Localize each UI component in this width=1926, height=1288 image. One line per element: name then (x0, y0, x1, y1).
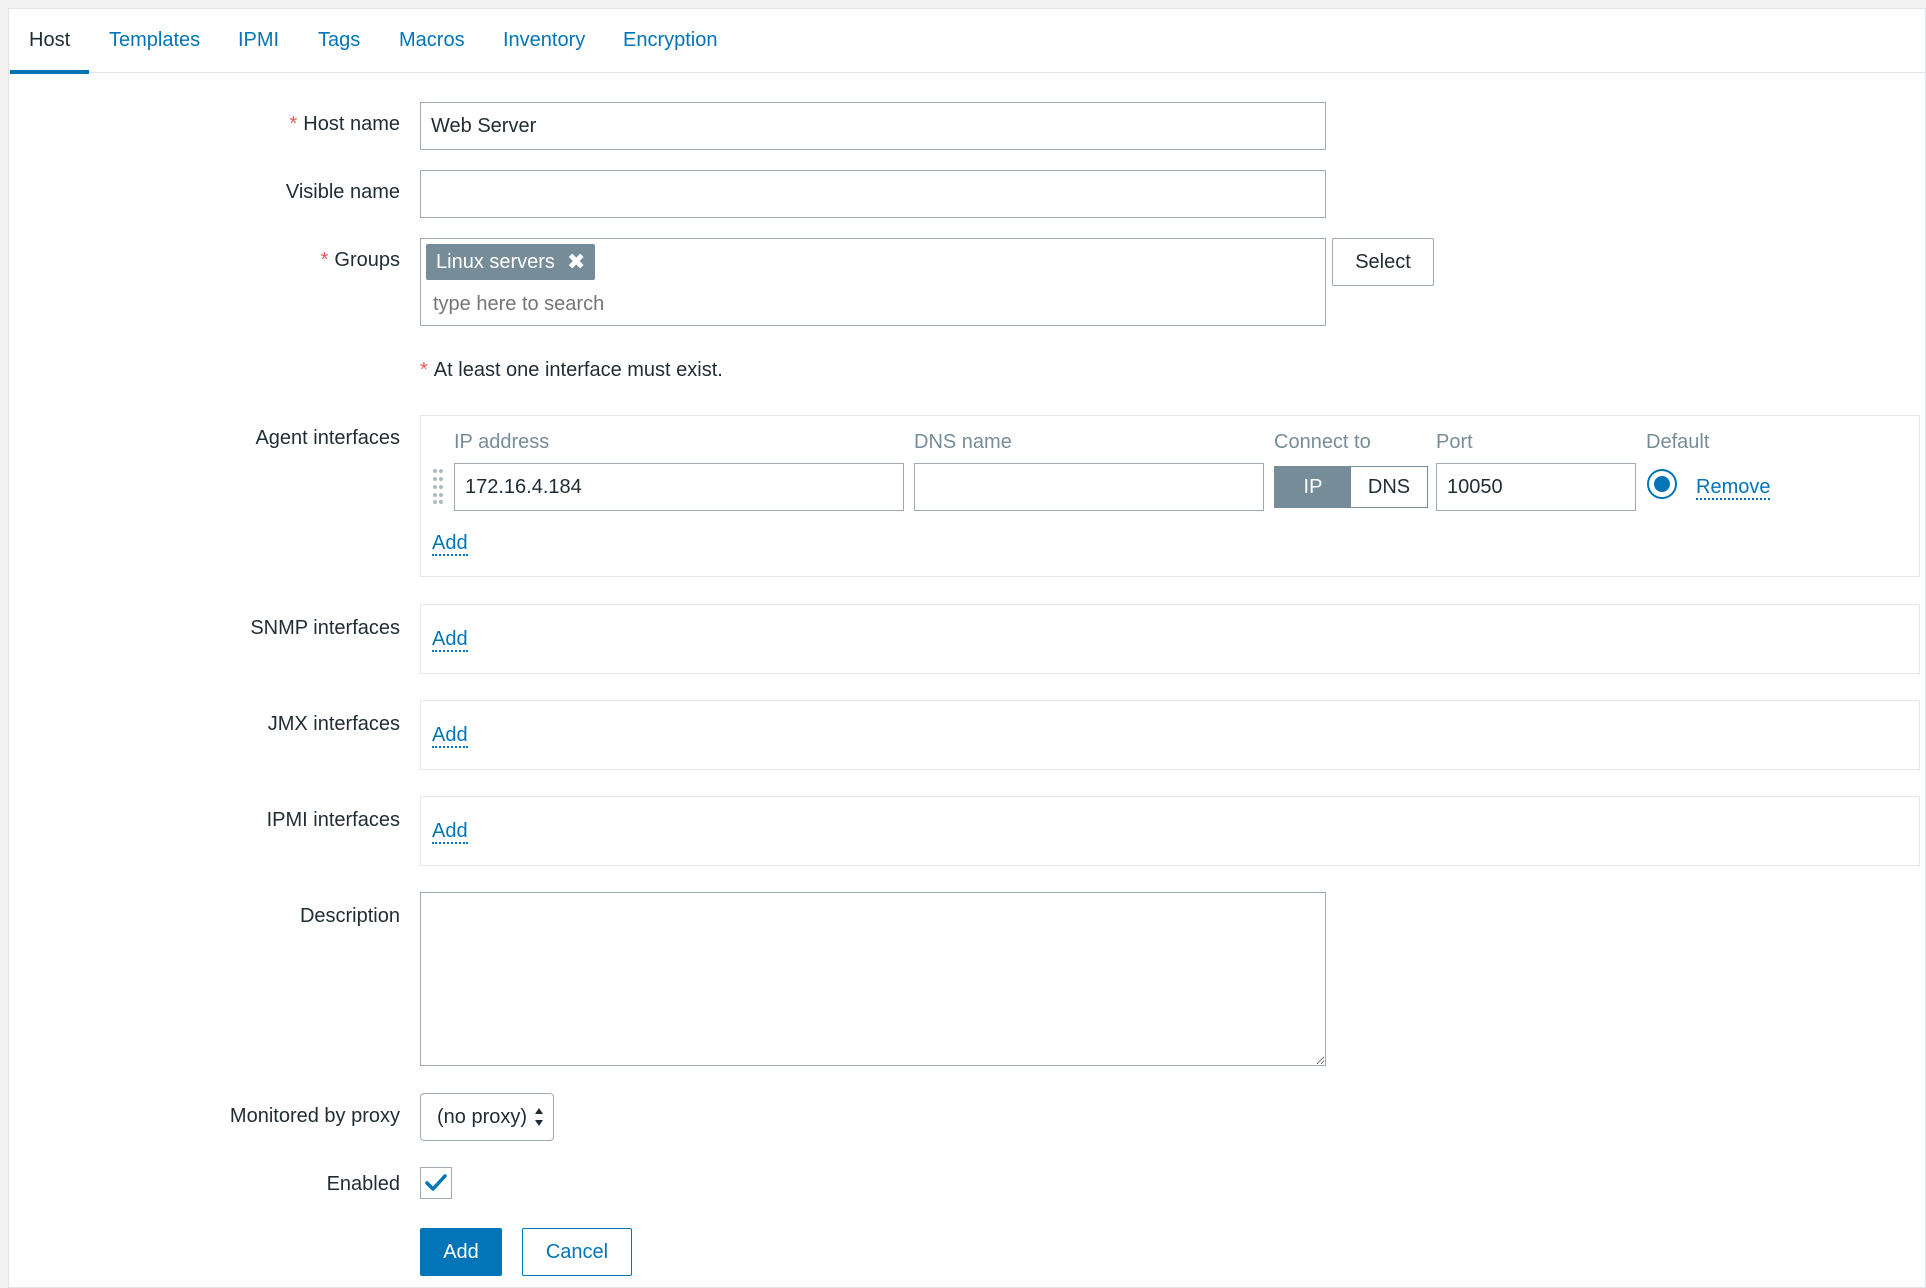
tab-tags[interactable]: Tags (318, 9, 360, 73)
connect-ip-option[interactable]: IP (1275, 467, 1351, 507)
group-chip-label: Linux servers (436, 250, 555, 273)
remove-interface-link[interactable]: Remove (1696, 476, 1771, 500)
tab-inventory[interactable]: Inventory (503, 9, 585, 73)
col-default: Default (1646, 431, 1710, 453)
default-radio[interactable] (1646, 468, 1678, 500)
add-ipmi-interface-link[interactable]: Add (432, 820, 468, 844)
description-label: Description (299, 905, 400, 927)
groups-search-input[interactable] (431, 289, 1031, 319)
description-textarea[interactable] (420, 892, 1326, 1066)
proxy-select[interactable]: (no proxy) (420, 1093, 554, 1141)
required-marker: * (420, 359, 428, 381)
tab-macros[interactable]: Macros (399, 9, 465, 73)
connect-to-toggle: IP DNS (1274, 466, 1428, 508)
ip-address-input[interactable] (454, 463, 904, 511)
interface-note: * At least one interface must exist. (420, 359, 723, 381)
proxy-label: Monitored by proxy (229, 1105, 400, 1127)
host-name-label: * Host name (289, 113, 400, 135)
groups-multiselect[interactable]: Linux servers ✖ (420, 238, 1326, 326)
checkmark-icon (425, 1174, 447, 1191)
drag-handle-icon[interactable] (432, 468, 444, 504)
tab-bar: Host Templates IPMI Tags Macros Inventor… (9, 9, 1925, 74)
jmx-interfaces-panel (420, 700, 1920, 770)
enabled-label: Enabled (326, 1173, 400, 1195)
col-ip-address: IP address (454, 431, 550, 453)
visible-name-input[interactable] (420, 170, 1326, 218)
host-name-input[interactable] (420, 102, 1326, 150)
groups-label: * Groups (320, 249, 400, 271)
enabled-checkbox[interactable] (420, 1167, 452, 1199)
select-groups-button[interactable]: Select (1332, 238, 1434, 286)
snmp-interfaces-panel (420, 604, 1920, 674)
tab-ipmi[interactable]: IPMI (238, 9, 279, 73)
proxy-select-value: (no proxy) (437, 1105, 528, 1128)
cancel-button[interactable]: Cancel (522, 1228, 632, 1276)
agent-interfaces-label: Agent interfaces (255, 427, 400, 449)
snmp-interfaces-label: SNMP interfaces (250, 617, 400, 639)
dns-name-input[interactable] (914, 463, 1264, 511)
add-agent-interface-link[interactable]: Add (432, 532, 468, 556)
tab-templates[interactable]: Templates (109, 9, 200, 73)
ipmi-interfaces-panel (420, 796, 1920, 866)
remove-chip-icon[interactable]: ✖ (567, 249, 585, 275)
add-jmx-interface-link[interactable]: Add (432, 724, 468, 748)
col-port: Port (1436, 431, 1473, 453)
col-dns-name: DNS name (914, 431, 1012, 453)
connect-dns-option[interactable]: DNS (1351, 467, 1427, 507)
tab-encryption[interactable]: Encryption (623, 9, 718, 73)
ipmi-interfaces-label: IPMI interfaces (266, 809, 400, 831)
port-input[interactable] (1436, 463, 1636, 511)
required-marker: * (320, 249, 329, 271)
group-chip: Linux servers ✖ (426, 244, 596, 280)
add-button[interactable]: Add (420, 1228, 502, 1276)
jmx-interfaces-label: JMX interfaces (267, 713, 400, 735)
visible-name-label: Visible name (285, 181, 400, 203)
add-snmp-interface-link[interactable]: Add (432, 628, 468, 652)
select-arrows-icon (533, 1106, 545, 1128)
required-marker: * (289, 113, 298, 135)
tab-host[interactable]: Host (9, 9, 90, 74)
col-connect-to: Connect to (1274, 431, 1371, 453)
